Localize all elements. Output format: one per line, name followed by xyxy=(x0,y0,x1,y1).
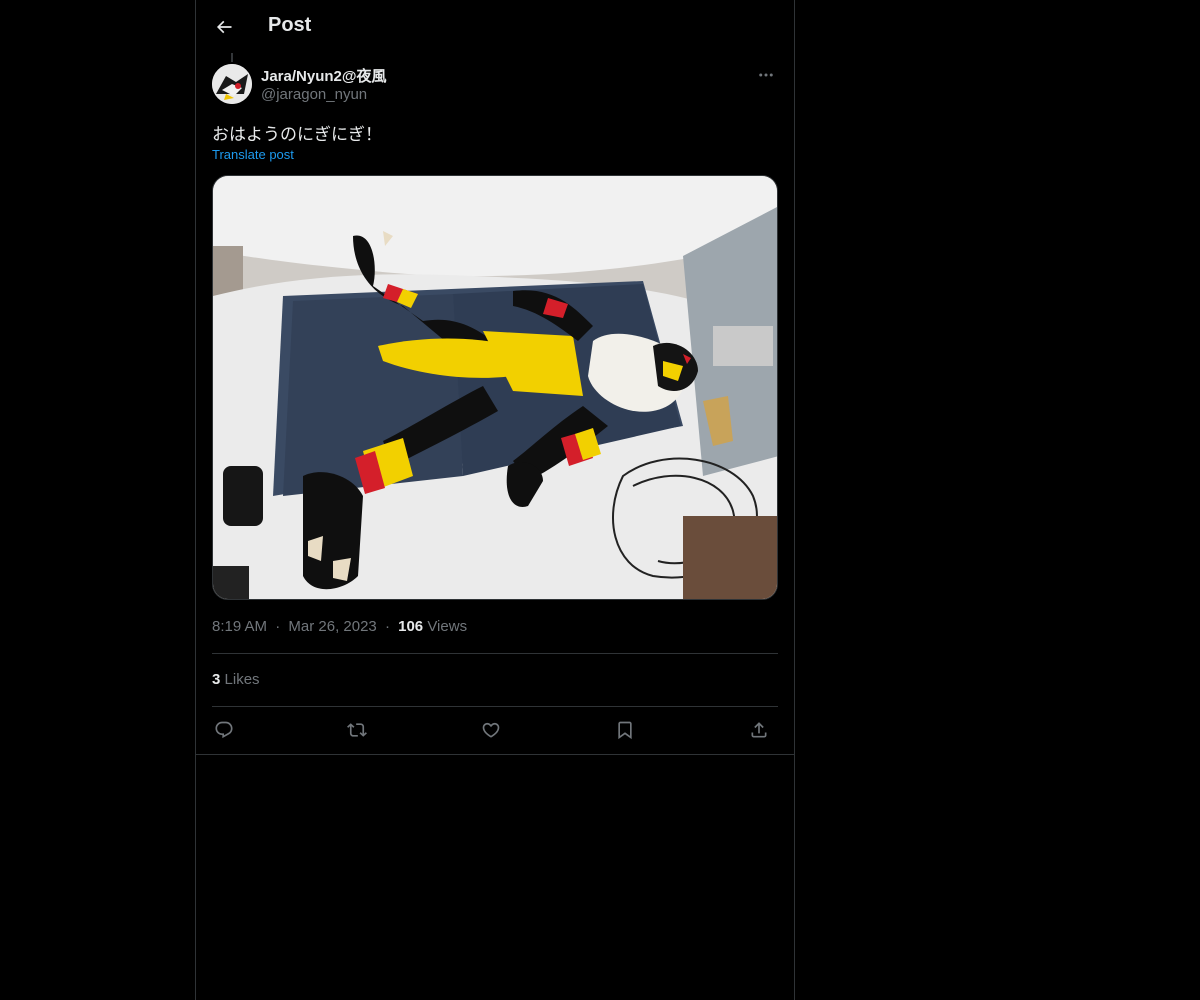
avatar[interactable] xyxy=(212,64,252,104)
repost-button[interactable] xyxy=(339,712,375,748)
likes-summary[interactable]: 3 Likes xyxy=(212,671,260,688)
more-horizontal-icon xyxy=(759,73,773,77)
share-button[interactable] xyxy=(741,712,777,748)
likes-label: Likes xyxy=(224,671,260,688)
post-date[interactable]: Mar 26, 2023 xyxy=(288,618,376,635)
views-label: Views xyxy=(427,618,468,635)
post-time[interactable]: 8:19 AM xyxy=(212,618,267,635)
share-icon xyxy=(751,722,767,738)
page-title: Post xyxy=(268,14,312,36)
likes-count: 3 xyxy=(212,671,221,688)
post-image[interactable] xyxy=(212,175,778,600)
back-button[interactable] xyxy=(207,10,241,44)
divider xyxy=(212,706,778,707)
views-count: 106 xyxy=(398,618,424,635)
meta-separator: · xyxy=(384,618,390,635)
post-text: おはようのにぎにぎ！ xyxy=(212,125,382,144)
reply-button[interactable] xyxy=(206,712,242,748)
bookmark-icon xyxy=(618,721,632,740)
bookmark-button[interactable] xyxy=(607,712,643,748)
arrow-left-icon xyxy=(216,20,232,34)
translate-post-link[interactable]: Translate post xyxy=(212,147,294,162)
more-options-button[interactable] xyxy=(754,64,778,86)
post-author: Jara/Nyun2@夜風 @jaragon_nyun xyxy=(212,64,778,108)
repost-icon xyxy=(347,723,367,737)
divider xyxy=(212,653,778,654)
reply-icon xyxy=(215,721,233,739)
post-column: Post Jara/Nyun2@夜風 @jaragon_nyun おはようのにぎ… xyxy=(195,0,795,1000)
divider xyxy=(196,754,794,755)
heart-icon xyxy=(482,722,500,738)
author-handle[interactable]: @jaragon_nyun xyxy=(261,86,367,103)
author-display-name[interactable]: Jara/Nyun2@夜風 xyxy=(261,65,387,86)
top-bar: Post xyxy=(196,0,794,53)
like-button[interactable] xyxy=(473,712,509,748)
action-bar xyxy=(212,712,778,748)
thread-connector xyxy=(231,53,233,62)
fursuit-photo xyxy=(213,176,777,599)
post-timestamp-views: 8:19 AM · Mar 26, 2023 · 106 Views xyxy=(212,618,467,635)
meta-separator: · xyxy=(275,618,281,635)
